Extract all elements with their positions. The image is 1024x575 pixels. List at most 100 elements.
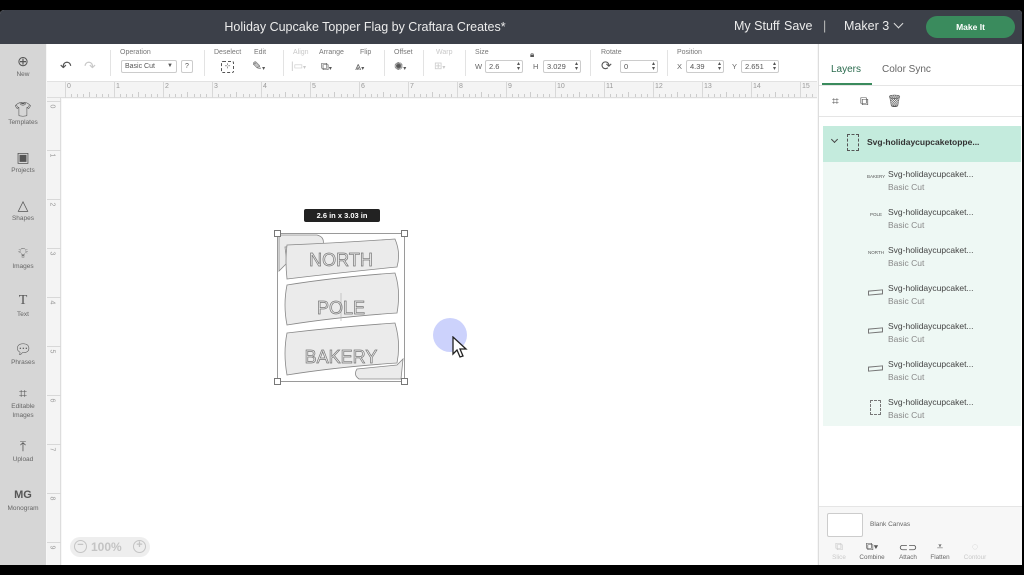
sidebar-item-monogram[interactable]: MG Monogram xyxy=(0,486,46,513)
x-position-input[interactable]: 4.39 ▴ ▾ xyxy=(686,60,724,73)
machine-selector[interactable]: Maker 3 xyxy=(844,18,904,33)
ruler-minor-tick xyxy=(444,94,446,97)
arrange-icon[interactable]: ⧉▾ xyxy=(321,61,332,75)
trash-icon[interactable]: 🗑︎ xyxy=(887,94,902,108)
app-window: Holiday Cupcake Topper Flag by Craftara … xyxy=(0,10,1022,565)
sidebar-label: Monogram xyxy=(7,505,39,512)
make-it-button[interactable]: Make It xyxy=(926,16,1015,38)
align-label: Align xyxy=(293,49,309,56)
ruler-minor-tick xyxy=(548,94,550,97)
layer-item[interactable]: BAKERY Svg-holidaycupcaket... Basic Cut xyxy=(823,164,1021,202)
layer-operation: Basic Cut xyxy=(888,372,925,382)
save-link[interactable]: Save xyxy=(784,19,813,33)
ruler-minor-tick xyxy=(377,94,379,97)
layer-group-header[interactable]: Svg-holidaycupcaketoppe... xyxy=(823,126,1021,162)
warp-icon[interactable]: ⊞▾ xyxy=(434,61,445,74)
pencil-edit-icon[interactable]: ✎▾ xyxy=(252,60,265,75)
group-icon[interactable]: ⌗ xyxy=(832,94,839,109)
text-icon: T xyxy=(18,293,28,308)
toolbar-divider xyxy=(204,50,205,76)
bottom-tools: ⧉ Slice ⧉▾ Combine ⊂⊃ Attach ⩡ Flatten ◌ Cont… xyxy=(819,541,1022,565)
operation-select[interactable]: Basic Cut ▼ xyxy=(121,60,177,73)
sidebar-label: Projects xyxy=(11,167,35,174)
sidebar-label: Phrases xyxy=(11,359,35,366)
contour-button[interactable]: ◌ Contour xyxy=(958,541,992,561)
layer-item[interactable]: POLE Svg-holidaycupcaket... Basic Cut xyxy=(823,202,1021,240)
flip-icon[interactable]: ⩓▾ xyxy=(355,61,364,75)
sidebar-item-images[interactable]: 💡︎ Images xyxy=(0,244,46,271)
resize-handle[interactable] xyxy=(401,378,408,385)
ruler-tick xyxy=(604,82,605,98)
layer-name: Svg-holidaycupcaket... xyxy=(888,283,974,293)
ruler-minor-tick xyxy=(610,94,612,97)
blank-canvas-swatch[interactable] xyxy=(827,513,863,537)
offset-icon[interactable]: ✺▾ xyxy=(394,61,406,75)
attach-icon: ⊂⊃ xyxy=(898,542,918,554)
resize-handle[interactable] xyxy=(274,378,281,385)
sidebar-label: Text xyxy=(17,311,29,318)
ruler-tick-label: 0 xyxy=(67,83,71,90)
layer-item[interactable]: Svg-holidaycupcaket... Basic Cut xyxy=(823,316,1021,354)
combine-button[interactable]: ⧉▾ Combine xyxy=(855,541,889,561)
y-position-input[interactable]: 2.651 ▴ ▾ xyxy=(741,60,779,73)
rotate-input[interactable]: 0 ▴ ▾ xyxy=(620,60,658,73)
ruler-minor-tick xyxy=(181,94,183,97)
selection-box[interactable] xyxy=(274,230,408,385)
ruler-minor-tick xyxy=(334,92,336,97)
attach-button[interactable]: ⊂⊃ Attach xyxy=(891,541,925,561)
sidebar-item-text[interactable]: T Text xyxy=(0,292,46,319)
width-input[interactable]: 2.6 ▴ ▾ xyxy=(485,60,523,73)
height-stepper[interactable]: ▴ ▾ xyxy=(575,61,578,72)
zoom-in-button[interactable]: + xyxy=(133,540,146,553)
resize-handle[interactable] xyxy=(274,230,281,237)
height-input[interactable]: 3.029 ▴ ▾ xyxy=(543,60,581,73)
redo-icon[interactable]: ↷ xyxy=(84,59,96,73)
lock-icon[interactable]: 🔒︎ xyxy=(530,49,534,61)
speech-bubble-icon: 💬︎ xyxy=(14,341,32,357)
ruler-minor-tick xyxy=(138,92,140,97)
ruler-minor-tick xyxy=(806,94,808,97)
layer-item[interactable]: Svg-holidaycupcaket... Basic Cut xyxy=(823,278,1021,316)
resize-handle[interactable] xyxy=(401,230,408,237)
left-sidebar: ⊕ New 👕︎ Templates ▣ Projects △ Shapes 💡… xyxy=(0,44,46,565)
ruler-tick-label: 13 xyxy=(704,83,712,90)
duplicate-icon[interactable]: ⧉ xyxy=(860,94,869,109)
sidebar-item-upload[interactable]: ⤒ Upload xyxy=(0,437,46,464)
flatten-icon: ⩡ xyxy=(936,541,944,553)
sidebar-item-new[interactable]: ⊕ New xyxy=(0,52,46,79)
y-stepper[interactable]: ▴ ▾ xyxy=(773,61,776,72)
deselect-icon[interactable]: ⊹ xyxy=(221,61,234,73)
align-icon[interactable]: |▭▾ xyxy=(291,61,306,74)
tab-color-sync[interactable]: Color Sync xyxy=(882,64,931,75)
ruler-minor-tick xyxy=(395,94,397,97)
layer-item[interactable]: NORTH Svg-holidaycupcaket... Basic Cut xyxy=(823,240,1021,278)
tab-layers[interactable]: Layers xyxy=(831,64,861,75)
sidebar-item-phrases[interactable]: 💬︎ Phrases xyxy=(0,340,46,367)
layer-item[interactable]: Svg-holidaycupcaket... Basic Cut xyxy=(823,392,1021,430)
sidebar-item-projects[interactable]: ▣ Projects xyxy=(0,148,46,175)
chevron-down-icon[interactable] xyxy=(830,135,839,144)
ruler-minor-tick xyxy=(573,94,575,97)
ruler-minor-tick xyxy=(71,94,73,97)
slice-button[interactable]: ⧉ Slice xyxy=(822,541,856,561)
sidebar-item-editable-images[interactable]: ⌗ Editable Images xyxy=(0,384,46,420)
rotate-icon[interactable]: ⟳ xyxy=(601,59,612,72)
ruler-minor-tick xyxy=(285,92,287,97)
undo-icon[interactable]: ↶ xyxy=(60,59,72,73)
ruler-minor-tick xyxy=(187,92,189,97)
zoom-out-button[interactable]: − xyxy=(74,540,87,553)
ruler-tick-label: 4 xyxy=(263,83,267,90)
ruler-minor-tick xyxy=(622,94,624,97)
width-stepper[interactable]: ▴ ▾ xyxy=(517,61,520,72)
operation-help-button[interactable]: ? xyxy=(181,60,193,73)
my-stuff-link[interactable]: My Stuff xyxy=(734,19,780,33)
ruler-tick xyxy=(212,82,213,98)
sidebar-item-templates[interactable]: 👕︎ Templates xyxy=(0,100,46,127)
layer-item[interactable]: Svg-holidaycupcaket... Basic Cut xyxy=(823,354,1021,392)
ruler-minor-tick xyxy=(487,94,489,97)
flatten-button[interactable]: ⩡ Flatten xyxy=(923,541,957,561)
panel-divider xyxy=(819,116,1022,117)
x-stepper[interactable]: ▴ ▾ xyxy=(718,61,721,72)
sidebar-item-shapes[interactable]: △ Shapes xyxy=(0,196,46,223)
rotate-stepper[interactable]: ▴ ▾ xyxy=(652,61,655,72)
